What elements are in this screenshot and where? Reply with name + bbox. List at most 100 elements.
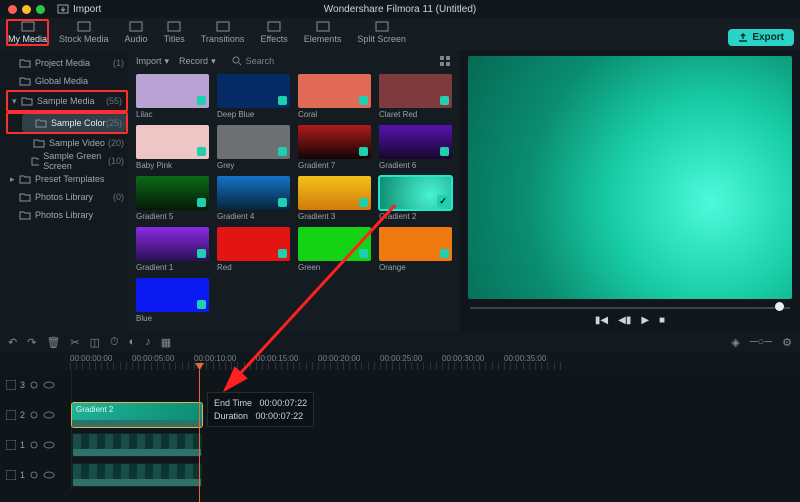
preview-canvas[interactable] [468,56,792,299]
thumbnail-image[interactable] [136,125,209,159]
export-button[interactable]: Export [728,29,794,46]
download-icon[interactable] [278,147,287,156]
thumbnail-image[interactable] [217,176,290,210]
greenscreen-icon[interactable]: ▦ [161,336,171,349]
sidebar-item-sample-color[interactable]: Sample Color(25) [22,114,126,132]
thumbnail-image[interactable] [136,176,209,210]
thumbnail-image[interactable] [379,125,452,159]
download-icon[interactable] [359,249,368,258]
tab-audio[interactable]: Audio [119,19,154,46]
undo-icon[interactable]: ↶ [8,336,17,349]
download-icon[interactable] [197,147,206,156]
sidebar-item-sample-green-screen[interactable]: Sample Green Screen(10) [20,152,128,170]
thumb-gradient-3[interactable]: Gradient 3 [298,176,371,221]
download-icon[interactable] [197,198,206,207]
download-icon[interactable] [278,96,287,105]
thumbnail-image[interactable] [298,227,371,261]
thumbnail-image[interactable] [298,125,371,159]
thumb-gradient-2[interactable]: ✓Gradient 2 [379,176,452,221]
thumb-gradient-5[interactable]: Gradient 5 [136,176,209,221]
track-header[interactable]: 2 [0,400,72,430]
thumbnail-image[interactable]: ✓ [379,176,452,210]
clip-video[interactable] [72,463,202,487]
redo-icon[interactable]: ↷ [27,336,36,349]
download-icon[interactable] [359,198,368,207]
visibility-icon[interactable] [43,470,55,480]
mute-icon[interactable] [6,380,16,390]
track-lane[interactable] [72,460,800,490]
view-options-icon[interactable] [440,56,452,66]
sidebar-item-photos-library[interactable]: Photos Library [6,206,128,224]
settings-icon[interactable]: ⚙ [782,336,792,349]
playhead[interactable] [199,370,200,502]
download-icon[interactable] [440,249,449,258]
lock-icon[interactable] [29,470,39,480]
thumbnail-image[interactable] [136,227,209,261]
thumb-grey[interactable]: Grey [217,125,290,170]
clip-gradient[interactable]: Gradient 2 [72,403,202,427]
thumbnail-image[interactable] [217,227,290,261]
stop-button[interactable]: ■ [659,315,665,326]
thumbnail-image[interactable] [379,74,452,108]
zoom-slider[interactable]: ─○─ [750,336,772,348]
visibility-icon[interactable] [43,380,55,390]
clip-video[interactable] [72,433,202,457]
scrub-handle[interactable] [775,302,784,311]
thumb-baby-pink[interactable]: Baby Pink [136,125,209,170]
thumb-orange[interactable]: Orange [379,227,452,272]
import-chip[interactable]: Import [57,4,101,15]
sidebar-item-sample-media[interactable]: ▾Sample Media(55) [8,92,126,110]
sidebar-item-sample-video[interactable]: Sample Video(20) [20,134,128,152]
track-lane[interactable] [72,430,800,460]
track-lane[interactable] [72,370,800,400]
lock-icon[interactable] [29,380,39,390]
download-icon[interactable] [278,198,287,207]
thumbnail-image[interactable] [136,278,209,312]
thumb-coral[interactable]: Coral [298,74,371,119]
tab-elements[interactable]: Elements [298,19,348,46]
visibility-icon[interactable] [43,410,55,420]
tab-titles[interactable]: Titles [158,19,191,46]
tab-transitions[interactable]: Transitions [195,19,251,46]
search-input[interactable]: Search [232,56,275,66]
download-icon[interactable] [197,249,206,258]
track-header[interactable]: 1 [0,460,72,490]
thumb-gradient-4[interactable]: Gradient 4 [217,176,290,221]
sidebar-item-project-media[interactable]: Project Media(1) [6,54,128,72]
thumb-red[interactable]: Red [217,227,290,272]
lock-icon[interactable] [29,410,39,420]
track-header[interactable]: 1 [0,430,72,460]
download-icon[interactable] [278,249,287,258]
tab-stock-media[interactable]: Stock Media [53,19,115,46]
step-back-button[interactable]: ◀▮ [618,315,631,326]
thumbnail-image[interactable] [136,74,209,108]
download-icon[interactable] [440,147,449,156]
sidebar-item-preset-templates[interactable]: ▸Preset Templates [6,170,128,188]
mute-icon[interactable] [6,410,16,420]
audio-icon[interactable]: ♪ [145,336,151,348]
tab-effects[interactable]: Effects [254,19,293,46]
crop-icon[interactable]: ◫ [90,336,100,349]
thumb-gradient-1[interactable]: Gradient 1 [136,227,209,272]
play-button[interactable]: ▶ [641,315,649,326]
mute-icon[interactable] [6,470,16,480]
lock-icon[interactable] [29,440,39,450]
time-ruler[interactable]: 00:00:00:0000:00:05:0000:00:10:0000:00:1… [0,352,800,370]
thumb-gradient-6[interactable]: Gradient 6 [379,125,452,170]
download-icon[interactable] [359,96,368,105]
delete-icon[interactable]: 🗑 [46,336,60,349]
minimize-window[interactable] [22,5,31,14]
track-lane[interactable]: Gradient 2 [72,400,800,430]
thumbnail-image[interactable] [217,74,290,108]
thumbnail-image[interactable] [298,176,371,210]
sidebar-item-global-media[interactable]: Global Media [6,72,128,90]
sidebar-item-photos-library[interactable]: Photos Library(0) [6,188,128,206]
thumb-claret-red[interactable]: Claret Red [379,74,452,119]
thumb-green[interactable]: Green [298,227,371,272]
visibility-icon[interactable] [43,440,55,450]
download-icon[interactable] [440,96,449,105]
thumb-deep-blue[interactable]: Deep Blue [217,74,290,119]
thumbnail-image[interactable] [298,74,371,108]
import-menu[interactable]: Import▾ [136,56,169,67]
download-icon[interactable] [197,300,206,309]
